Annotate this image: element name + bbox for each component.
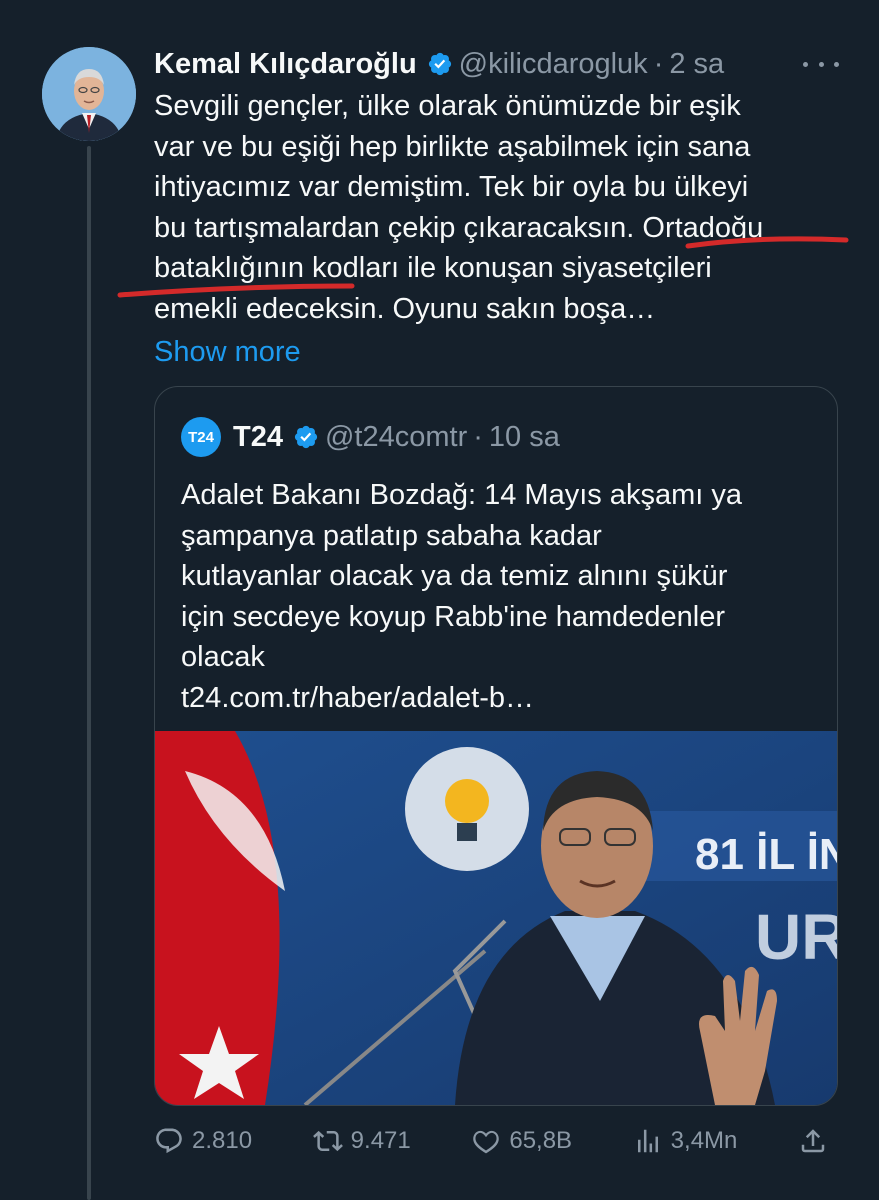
like-button[interactable]: 65,8B [471, 1126, 572, 1156]
t24-logo: T24 [181, 417, 221, 457]
photo-sign-text-2: URUN [755, 901, 837, 973]
quoted-tweet-photo[interactable]: 81 İL İNS URUN [155, 731, 837, 1105]
tweet-text-line: bu tartışmalardan çekip çıkaracaksın. Or… [154, 211, 764, 244]
tweet-text-line: bataklığının kodları ile konuşan siyaset… [154, 252, 712, 284]
quoted-tweet-time[interactable]: 10 sa [489, 421, 560, 454]
reply-icon [156, 1128, 182, 1154]
tweet-time[interactable]: 2 sa [669, 48, 724, 81]
reply-count: 2.810 [192, 1127, 253, 1154]
quoted-text-line: kutlayanlar olacak ya da temiz alnını şü… [181, 560, 728, 592]
quoted-text-line: şampanya patlatıp sabaha kadar [181, 519, 602, 552]
heart-icon [473, 1130, 500, 1154]
thread-connector-line [87, 146, 91, 1200]
separator-dot: · [653, 47, 664, 80]
avatar[interactable] [42, 47, 136, 141]
views-count: 3,4Mn [670, 1127, 738, 1154]
show-more-link[interactable]: Show more [154, 332, 301, 372]
verified-badge-icon [294, 425, 318, 449]
views-button[interactable]: 3,4Mn [633, 1126, 738, 1156]
retweet-icon [312, 1130, 343, 1152]
author-handle[interactable]: @kilicdarogluk [459, 48, 648, 81]
quoted-tweet-header: T24 T24 @t24comtr · 10 sa [181, 417, 560, 457]
views-chart-icon [637, 1129, 658, 1153]
quoted-link[interactable]: t24.com.tr/haber/adalet-b… [181, 678, 821, 719]
tweet-text-line: ihtiyacımız var demiştim. Tek bir oyla b… [154, 171, 749, 203]
quoted-text-line: için secdeye koyup Rabb'ine hamdedenler [181, 600, 725, 633]
quoted-text-line: olacak [181, 641, 265, 673]
verified-badge-icon [428, 52, 451, 76]
reply-button[interactable]: 2.810 [154, 1126, 252, 1156]
quoted-text-line: Adalet Bakanı Bozdağ: 14 Mayıs akşamı ya [181, 479, 742, 511]
retweet-button[interactable]: 9.471 [312, 1126, 411, 1156]
avatar-image [42, 47, 136, 141]
quoted-tweet-text: Adalet Bakanı Bozdağ: 14 Mayıs akşamı ya… [181, 475, 821, 718]
quoted-author-handle[interactable]: @t24comtr [325, 421, 467, 454]
tweet-actions-bar: 2.810 9.471 65,8B 3,4Mn [154, 1118, 836, 1164]
tweet-text-line: Sevgili gençler, ülke olarak önümüzde bi… [154, 90, 741, 122]
share-button[interactable] [798, 1126, 836, 1156]
more-dots-icon[interactable] [803, 56, 839, 72]
quoted-author-name[interactable]: T24 [233, 421, 283, 454]
author-name[interactable]: Kemal Kılıçdaroğlu [154, 48, 417, 81]
retweet-count: 9.471 [350, 1127, 411, 1154]
like-count: 65,8B [509, 1127, 573, 1154]
tweet-text-line: emekli edeceksin. Oyunu sakın boşa… [154, 292, 656, 325]
tweet-header: Kemal Kılıçdaroğlu @kilicdarogluk · 2 sa [154, 44, 839, 84]
tweet-text: Sevgili gençler, ülke olarak önümüzde bi… [154, 86, 854, 329]
share-icon [801, 1129, 825, 1153]
photo-sign-text: 81 İL İNS [695, 830, 837, 879]
quoted-tweet-card[interactable]: T24 T24 @t24comtr · 10 sa Adalet Bakanı … [154, 386, 838, 1106]
separator-dot: · [473, 420, 483, 453]
tweet-text-line: var ve bu eşiği hep birlikte aşabilmek i… [154, 130, 751, 163]
